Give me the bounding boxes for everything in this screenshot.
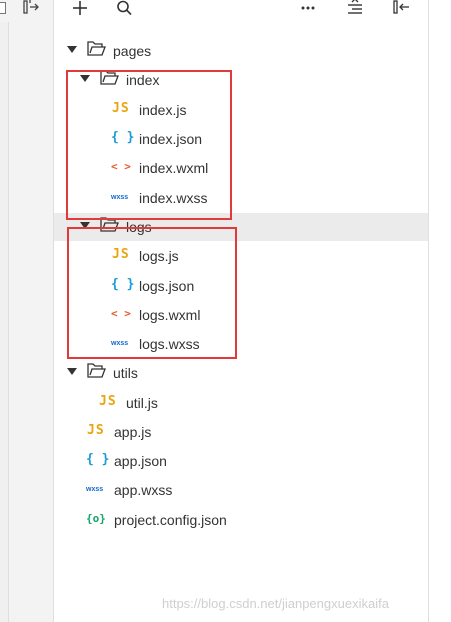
tree-label: app.json — [114, 453, 167, 469]
tree-file-logs-json[interactable]: { } logs.json — [54, 272, 428, 300]
tree-file-index-json[interactable]: { } index.json — [54, 125, 428, 153]
tree-file-app-json[interactable]: { } app.json — [54, 447, 428, 475]
hide-tree-icon[interactable] — [392, 0, 412, 18]
tree-file-app-js[interactable]: JS app.js — [54, 418, 428, 446]
tree-folder-pages[interactable]: pages — [54, 37, 428, 65]
tree-file-index-wxml[interactable]: < > index.wxml — [54, 154, 428, 182]
tree-folder-index[interactable]: index — [54, 66, 428, 94]
add-icon[interactable] — [71, 0, 89, 18]
wxss-file-icon: wxss — [86, 486, 104, 493]
window-icon — [0, 2, 6, 14]
tree-label: index.wxml — [139, 160, 209, 176]
file-tree-toolbar — [54, 0, 429, 22]
tree-file-logs-wxml[interactable]: < > logs.wxml — [54, 301, 428, 329]
wxss-file-icon: wxss — [111, 340, 129, 347]
tree-label: logs.json — [139, 278, 195, 294]
tree-label: index.js — [139, 102, 187, 118]
panel-right-border — [428, 0, 429, 622]
tree-label: logs.js — [139, 248, 179, 264]
tree-label: index.json — [139, 131, 203, 147]
tree-label: pages — [113, 43, 152, 59]
folder-open-icon — [87, 363, 106, 378]
tree-label: project.config.json — [114, 512, 227, 528]
json-file-icon: { } — [111, 130, 135, 145]
folder-open-icon — [100, 70, 119, 85]
tree-file-logs-js[interactable]: JS logs.js — [54, 242, 428, 270]
tree-label: index.wxss — [139, 190, 208, 206]
wxml-file-icon: < > — [111, 307, 131, 320]
tree-label: logs — [126, 219, 152, 235]
chevron-down-icon[interactable] — [80, 75, 90, 82]
json-file-icon: { } — [111, 277, 135, 292]
chevron-down-icon[interactable] — [67, 46, 77, 53]
tree-file-index-js[interactable]: JS index.js — [54, 96, 428, 124]
panel-divider — [0, 22, 9, 622]
tree-label: logs.wxss — [139, 336, 200, 352]
tree-label: app.js — [114, 424, 152, 440]
tree-file-logs-wxss[interactable]: wxss logs.wxss — [54, 330, 428, 358]
search-icon[interactable] — [116, 0, 134, 18]
collapse-all-icon[interactable] — [346, 0, 364, 18]
folder-open-icon — [87, 41, 106, 56]
watermark: https://blog.csdn.net/jianpengxuexikaifa — [162, 596, 389, 611]
tree-file-project-config[interactable]: {o} project.config.json — [54, 506, 428, 534]
wxss-file-icon: wxss — [111, 194, 129, 201]
wxml-file-icon: < > — [111, 160, 131, 173]
chevron-down-icon[interactable] — [80, 222, 90, 229]
tree-file-index-wxss[interactable]: wxss index.wxss — [54, 184, 428, 212]
tree-folder-utils[interactable]: utils — [54, 359, 428, 387]
more-icon[interactable] — [299, 0, 317, 18]
tree-label: utils — [113, 365, 138, 381]
js-file-icon: JS — [99, 394, 117, 409]
toggle-panel-icon[interactable] — [22, 0, 42, 16]
tree-label: app.wxss — [114, 482, 173, 498]
folder-open-icon — [100, 217, 119, 232]
tree-file-util-js[interactable]: JS util.js — [54, 389, 428, 417]
json-file-icon: { } — [86, 452, 110, 467]
tree-label: util.js — [126, 395, 158, 411]
tree-label: index — [126, 72, 160, 88]
left-panel-strip — [0, 0, 54, 622]
chevron-down-icon[interactable] — [67, 368, 77, 375]
js-file-icon: JS — [112, 101, 130, 116]
js-file-icon: JS — [87, 423, 105, 438]
tree-folder-logs[interactable]: logs — [54, 213, 428, 241]
js-file-icon: JS — [112, 247, 130, 262]
tree-file-app-wxss[interactable]: wxss app.wxss — [54, 476, 428, 504]
tree-label: logs.wxml — [139, 307, 201, 323]
config-file-icon: {o} — [86, 512, 106, 525]
